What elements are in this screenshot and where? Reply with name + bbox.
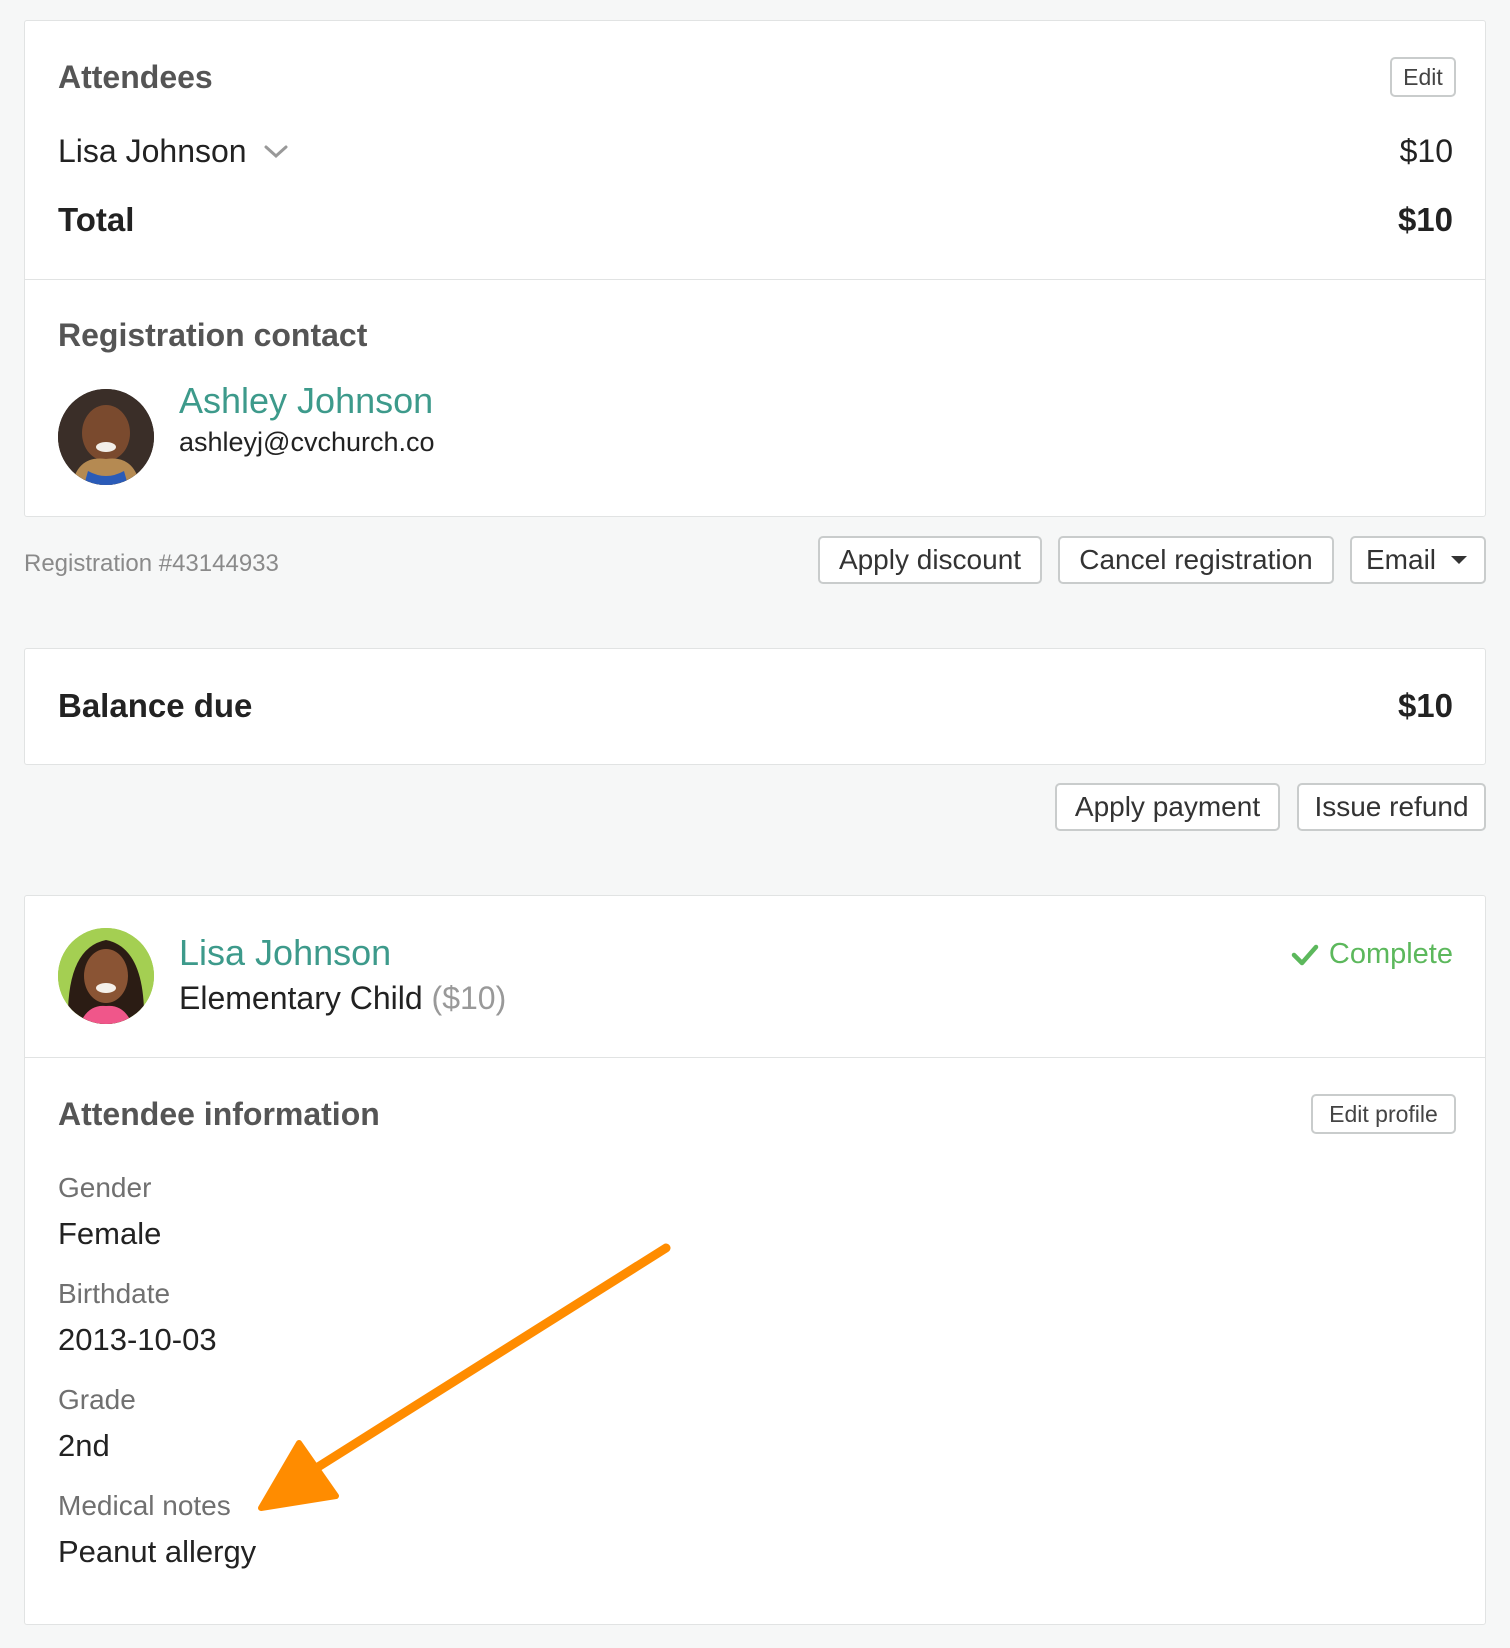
attendees-title: Attendees bbox=[58, 59, 213, 95]
email-button-label: Email bbox=[1366, 544, 1437, 575]
balance-due-label: Balance due bbox=[58, 687, 253, 724]
edit-attendees-button[interactable]: Edit bbox=[1390, 57, 1456, 97]
total-value: $10 bbox=[1397, 201, 1453, 238]
cancel-registration-button[interactable]: Cancel registration bbox=[1058, 536, 1334, 584]
email-dropdown-button[interactable]: Email bbox=[1350, 536, 1486, 584]
balance-card: Balance due $10 bbox=[24, 648, 1486, 765]
attendee-price: $10 bbox=[1399, 133, 1453, 169]
status-label: Complete bbox=[1328, 938, 1453, 970]
ticket-name: Elementary Child bbox=[179, 980, 423, 1016]
attendee-detail-card: Lisa Johnson Elementary Child ($10) Comp… bbox=[24, 895, 1486, 1625]
attendees-card: Attendees Edit Lisa Johnson $10 Total $1… bbox=[24, 20, 1486, 517]
avatar[interactable] bbox=[58, 389, 154, 485]
divider bbox=[25, 1057, 1485, 1058]
balance-due-value: $10 bbox=[1397, 687, 1453, 724]
registration-number: Registration #43144933 bbox=[24, 550, 279, 577]
attendee-name-link[interactable]: Lisa Johnson bbox=[179, 932, 391, 974]
field-label-gender: Gender bbox=[58, 1172, 152, 1203]
checkmark-icon bbox=[1291, 944, 1319, 965]
total-label: Total bbox=[58, 201, 135, 238]
contact-name-link[interactable]: Ashley Johnson bbox=[179, 380, 433, 422]
field-value-grade: 2nd bbox=[58, 1428, 110, 1463]
attendee-information-title: Attendee information bbox=[58, 1096, 380, 1132]
field-value-birthdate: 2013-10-03 bbox=[58, 1322, 217, 1357]
field-value-gender: Female bbox=[58, 1216, 162, 1251]
attendee-ticket: Elementary Child ($10) bbox=[179, 980, 506, 1017]
field-label-birthdate: Birthdate bbox=[58, 1278, 171, 1309]
contact-email: ashleyj@cvchurch.co bbox=[179, 427, 435, 457]
ticket-price: ($10) bbox=[431, 980, 507, 1016]
field-label-medical-notes: Medical notes bbox=[58, 1490, 231, 1521]
attendee-avatar[interactable] bbox=[58, 928, 154, 1024]
apply-payment-button[interactable]: Apply payment bbox=[1055, 783, 1280, 831]
field-label-grade: Grade bbox=[58, 1384, 136, 1415]
apply-discount-button[interactable]: Apply discount bbox=[818, 536, 1042, 584]
caret-down-icon bbox=[1451, 556, 1468, 564]
chevron-down-icon[interactable] bbox=[263, 144, 289, 160]
attendee-row[interactable]: Lisa Johnson bbox=[58, 133, 289, 170]
status-badge: Complete bbox=[1291, 938, 1453, 971]
registration-contact-title: Registration contact bbox=[58, 317, 368, 353]
field-value-medical-notes: Peanut allergy bbox=[58, 1534, 257, 1569]
divider bbox=[25, 279, 1485, 280]
edit-profile-button[interactable]: Edit profile bbox=[1311, 1094, 1456, 1134]
attendee-name: Lisa Johnson bbox=[58, 133, 247, 169]
issue-refund-button[interactable]: Issue refund bbox=[1297, 783, 1486, 831]
